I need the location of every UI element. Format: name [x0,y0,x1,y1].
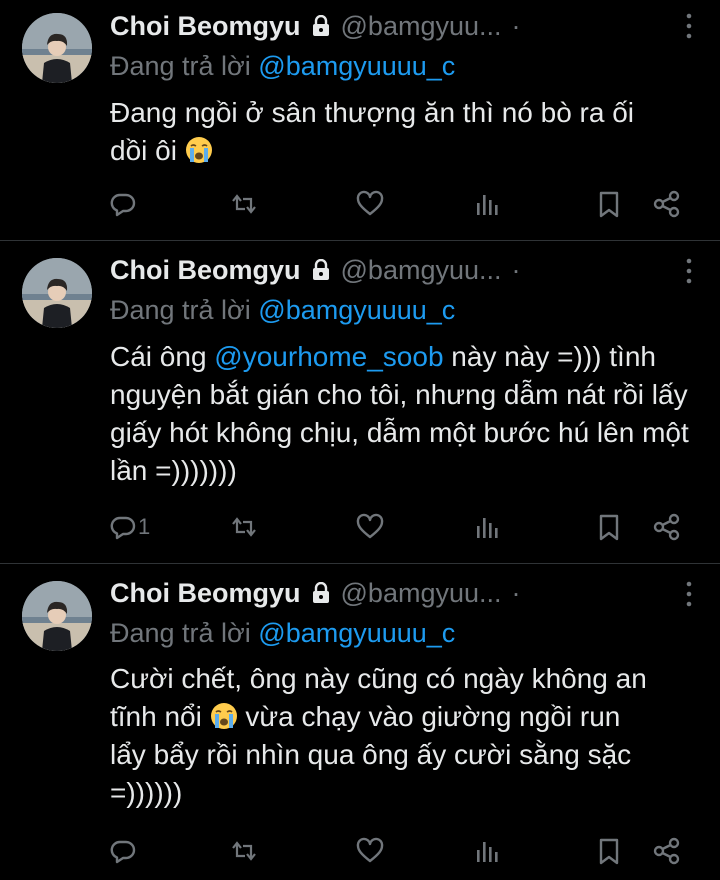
tweet-text-segment: vừa chạy vào giường ngồi run [237,701,621,732]
tweet[interactable]: Choi Beomgyu @bamgyuu... · Đang trả lời … [0,240,720,564]
more-options-icon[interactable] [686,580,692,608]
tweet-text-line: =)))))) [110,777,183,808]
display-name[interactable]: Choi Beomgyu [110,11,301,42]
retweet-button[interactable] [229,834,259,868]
tweet-text-line: Cười chết, ông này cũng có ngày không an [110,663,647,694]
bookmark-button[interactable] [594,510,624,544]
share-button[interactable] [652,834,682,868]
lock-icon [311,259,331,281]
lock-icon [311,15,331,37]
separator: · [511,254,521,285]
display-name[interactable]: Choi Beomgyu [110,578,301,609]
reply-context: Đang trả lời @bamgyuuuu_c [110,295,455,326]
reply-icon [108,836,138,866]
views-icon [472,189,502,219]
like-button[interactable] [355,187,385,221]
share-button[interactable] [652,187,682,221]
display-name[interactable]: Choi Beomgyu [110,255,301,286]
tweet-text-line: dồi ôi [110,135,177,166]
tweet-text-line: lẩy bẩy rồi nhìn qua ông ấy cười sằng sặ… [110,739,632,770]
reply-context: Đang trả lời @bamgyuuuu_c [110,51,455,82]
retweet-icon [229,189,259,219]
loudly-crying-face-icon [210,702,238,730]
reply-to-mention[interactable]: @bamgyuuuu_c [258,618,455,648]
reply-count: 1 [138,514,151,539]
reply-button[interactable] [108,187,138,221]
tweet-text-line: Đang ngồi ở sân thượng ăn thì nó bò ra ố… [110,97,635,128]
views-icon [472,836,502,866]
reply-button[interactable] [108,834,138,868]
like-icon [355,512,385,542]
lock-icon [311,582,331,604]
views-icon [472,512,502,542]
reply-prefix: Đang trả lời [110,295,251,325]
handle[interactable]: @bamgyuu... [341,11,502,42]
tweet[interactable]: Choi Beomgyu @bamgyuu... · Đang trả lời … [0,563,720,880]
bookmark-icon [594,512,624,542]
views-button[interactable] [472,187,502,221]
reply-to-mention[interactable]: @bamgyuuuu_c [258,295,455,325]
handle[interactable]: @bamgyuu... [341,578,502,609]
reply-to-mention[interactable]: @bamgyuuuu_c [258,51,455,81]
views-button[interactable] [472,510,502,544]
share-icon [652,836,682,866]
share-icon [652,512,682,542]
bookmark-icon [594,836,624,866]
avatar[interactable] [22,258,92,328]
reply-icon [108,189,138,219]
tweet-text: Đang ngồi ở sân thượng ăn thì nó bò ra ố… [110,94,700,170]
separator: · [511,10,521,41]
reply-button[interactable]: 1 [108,510,150,544]
retweet-button[interactable] [229,187,259,221]
reply-context: Đang trả lời @bamgyuuuu_c [110,618,455,649]
handle[interactable]: @bamgyuu... [341,255,502,286]
action-bar [108,187,690,221]
like-button[interactable] [355,834,385,868]
reply-prefix: Đang trả lời [110,51,251,81]
like-icon [355,189,385,219]
retweet-button[interactable] [229,510,259,544]
tweet-text: Cái ông @yourhome_soob này này =))) tình… [110,338,710,490]
bookmark-icon [594,189,624,219]
avatar[interactable] [22,581,92,651]
like-button[interactable] [355,510,385,544]
tweet[interactable]: Choi Beomgyu @bamgyuu... · Đang trả lời … [0,0,720,241]
reply-icon [108,512,138,542]
more-options-icon[interactable] [686,257,692,285]
mention-link[interactable]: @yourhome_soob [214,341,443,372]
retweet-icon [229,836,259,866]
tweet-text-segment: Cái ông [110,341,215,372]
tweet-text-segment: tĩnh nổi [110,701,202,732]
like-icon [355,836,385,866]
tweet-text: Cười chết, ông này cũng có ngày không an… [110,660,700,812]
bookmark-button[interactable] [594,834,624,868]
avatar[interactable] [22,13,92,83]
action-bar: 1 [108,510,690,544]
share-icon [652,189,682,219]
loudly-crying-face-icon [185,136,213,164]
action-bar [108,834,690,868]
separator: · [511,577,521,608]
bookmark-button[interactable] [594,187,624,221]
more-options-icon[interactable] [686,12,692,40]
share-button[interactable] [652,510,682,544]
reply-prefix: Đang trả lời [110,618,251,648]
retweet-icon [229,512,259,542]
views-button[interactable] [472,834,502,868]
